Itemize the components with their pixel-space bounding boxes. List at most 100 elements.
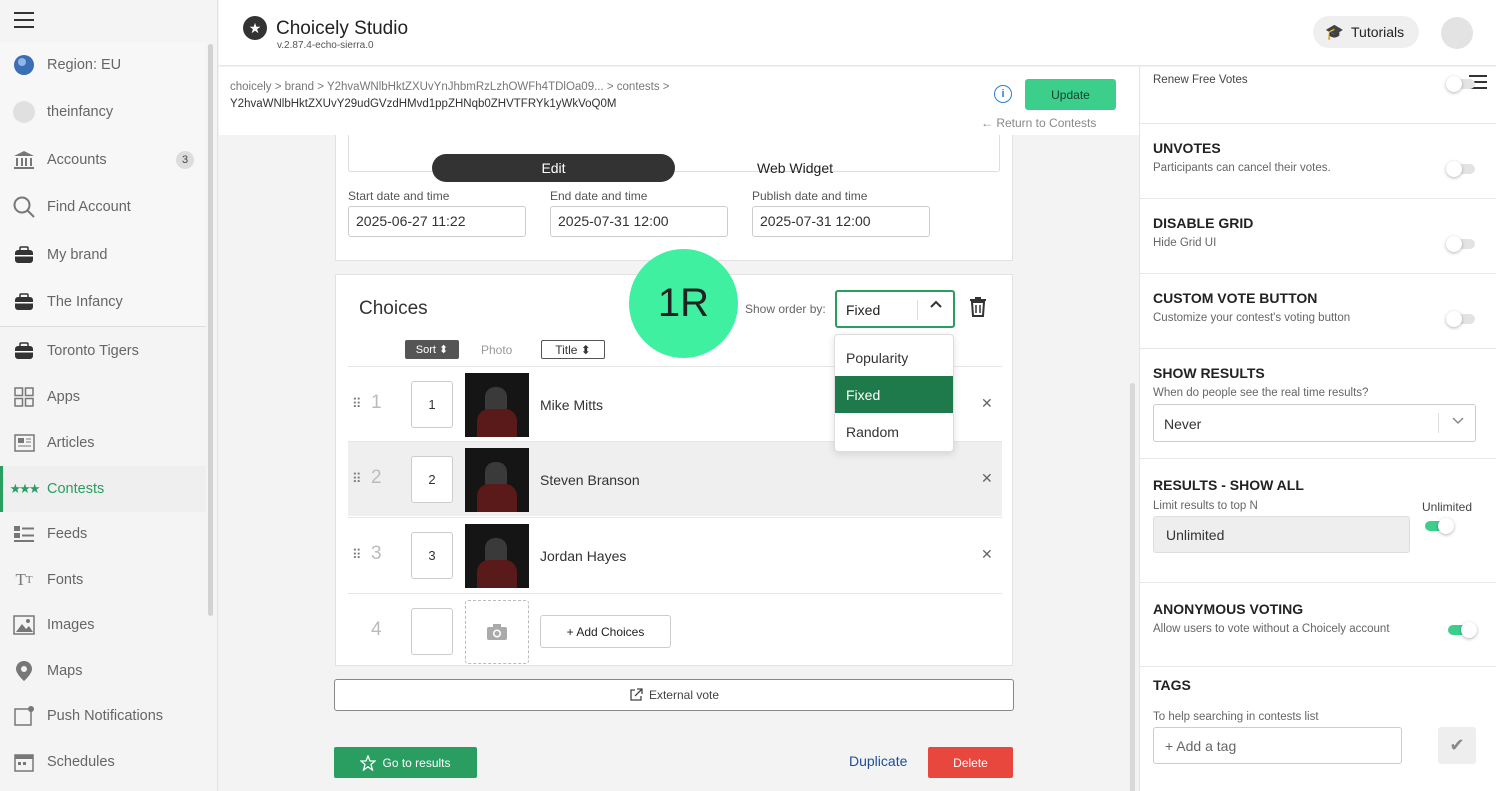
select-separator xyxy=(1438,413,1439,433)
sidebar-item-find-account[interactable]: Find Account xyxy=(0,184,206,230)
accounts-count-badge: 3 xyxy=(176,151,194,169)
tab-web-widget[interactable]: Web Widget xyxy=(757,160,833,176)
globe-icon xyxy=(12,53,36,77)
choice-name[interactable]: Mike Mitts xyxy=(540,397,603,413)
duplicate-link[interactable]: Duplicate xyxy=(849,753,907,769)
stars-icon: ★★★ xyxy=(9,481,41,496)
update-button[interactable]: Update xyxy=(1025,79,1116,110)
tab-edit[interactable]: Edit xyxy=(432,154,675,182)
sidebar-item-my-brand[interactable]: My brand xyxy=(0,232,206,278)
remove-choice-icon[interactable]: ✕ xyxy=(981,546,993,563)
photo-column-header: Photo xyxy=(481,343,513,357)
sidebar-item-user[interactable]: theinfancy xyxy=(0,89,206,135)
row-number: 1 xyxy=(371,392,382,413)
menu-icon[interactable] xyxy=(14,12,34,30)
order-option-fixed[interactable]: Fixed xyxy=(835,376,953,413)
sidebar-item-apps[interactable]: Apps xyxy=(0,374,206,420)
sidebar-scrollbar[interactable] xyxy=(208,44,213,616)
main-scrollbar[interactable] xyxy=(1130,383,1135,791)
order-option-popularity[interactable]: Popularity xyxy=(835,339,953,376)
sidebar-item-schedules[interactable]: Schedules xyxy=(0,739,206,785)
order-option-random[interactable]: Random xyxy=(835,413,953,450)
calendar-icon xyxy=(12,750,36,774)
external-vote-button[interactable]: External vote xyxy=(334,679,1014,711)
add-tag-input[interactable]: + Add a tag xyxy=(1153,727,1402,764)
unlimited-toggle[interactable] xyxy=(1425,518,1454,534)
choice-photo[interactable] xyxy=(465,373,529,437)
app-version: v.2.87.4-echo-sierra.0 xyxy=(277,40,374,51)
settings-panel: Renew Free Votes UNVOTES Participants ca… xyxy=(1130,67,1496,791)
breadcrumb[interactable]: choicely > brand > Y2hvaWNlbHktZXUvYnJhb… xyxy=(230,81,670,93)
order-select[interactable]: Fixed xyxy=(835,290,955,328)
contest-editor-card: Edit Web Widget Start date and time 2025… xyxy=(335,128,1013,261)
sidebar-item-images[interactable]: Images xyxy=(0,602,206,648)
bank-icon xyxy=(12,148,36,172)
sidebar-item-toronto-tigers[interactable]: Toronto Tigers xyxy=(0,328,206,374)
row-number: 4 xyxy=(371,619,382,640)
order-select-value: Fixed xyxy=(846,302,881,318)
choice-photo[interactable] xyxy=(465,524,529,588)
breadcrumb-contest-id[interactable]: Y2hvaWNlbHktZXUvY29udGVzdHMvd1ppZHNqb0ZH… xyxy=(230,98,616,110)
custom-vote-toggle[interactable] xyxy=(1446,311,1475,327)
sidebar-item-push-notifications[interactable]: Push Notifications xyxy=(0,693,206,739)
camera-icon[interactable] xyxy=(465,600,529,664)
user-avatar[interactable] xyxy=(1441,17,1473,49)
end-date-input[interactable]: 2025-07-31 12:00 xyxy=(550,206,728,237)
info-icon[interactable]: i xyxy=(994,85,1012,103)
choices-title: Choices xyxy=(359,298,428,319)
sort-input[interactable] xyxy=(411,608,453,655)
sidebar-item-articles[interactable]: Articles xyxy=(0,420,206,466)
sidebar-item-accounts[interactable]: Accounts 3 xyxy=(0,137,206,183)
anonymous-voting-toggle[interactable] xyxy=(1448,622,1477,638)
choice-name[interactable]: Jordan Hayes xyxy=(540,548,626,564)
notification-icon xyxy=(12,704,36,728)
sidebar-item-the-infancy[interactable]: The Infancy xyxy=(0,279,206,325)
choice-row[interactable]: ⠿ 3 3 Jordan Hayes ✕ xyxy=(348,517,1002,592)
sidebar-item-region[interactable]: Region: EU xyxy=(0,42,206,88)
feed-icon xyxy=(12,522,36,546)
unvotes-toggle[interactable] xyxy=(1446,161,1475,177)
choice-photo[interactable] xyxy=(465,448,529,512)
sort-input[interactable]: 2 xyxy=(411,456,453,503)
drag-handle-icon[interactable]: ⠿ xyxy=(352,471,361,487)
title-column-header[interactable]: Title ⬍ xyxy=(541,340,605,359)
active-indicator xyxy=(0,466,3,512)
sort-column-header[interactable]: Sort ⬍ xyxy=(405,340,459,359)
disable-grid-toggle[interactable] xyxy=(1446,236,1475,252)
go-to-results-button[interactable]: Go to results xyxy=(334,747,477,778)
breadcrumb-bar: choicely > brand > Y2hvaWNlbHktZXUvYnJhb… xyxy=(219,67,1139,135)
chevron-down-icon xyxy=(1452,414,1464,429)
sort-input[interactable]: 1 xyxy=(411,381,453,428)
map-pin-icon xyxy=(12,659,36,683)
drag-handle-icon[interactable]: ⠿ xyxy=(352,396,361,412)
sidebar-item-feeds[interactable]: Feeds xyxy=(0,511,206,557)
sidebar-item-maps[interactable]: Maps xyxy=(0,648,206,694)
delete-button[interactable]: Delete xyxy=(928,747,1013,778)
sort-input[interactable]: 3 xyxy=(411,532,453,579)
trash-icon[interactable] xyxy=(969,297,987,317)
remove-choice-icon[interactable]: ✕ xyxy=(981,470,993,487)
disable-grid-section: DISABLE GRID Hide Grid UI xyxy=(1140,199,1496,274)
start-date-input[interactable]: 2025-06-27 11:22 xyxy=(348,206,526,237)
article-icon xyxy=(12,431,36,455)
choice-name[interactable]: Steven Branson xyxy=(540,472,640,488)
tutorials-button[interactable]: 🎓 Tutorials xyxy=(1313,16,1419,48)
briefcase-icon xyxy=(12,290,36,314)
remove-choice-icon[interactable]: ✕ xyxy=(981,395,993,412)
drag-handle-icon[interactable]: ⠿ xyxy=(352,547,361,563)
publish-date-input[interactable]: 2025-07-31 12:00 xyxy=(752,206,930,237)
unlimited-toggle-label: Unlimited xyxy=(1422,500,1473,514)
chevron-up-icon xyxy=(929,298,943,315)
add-choices-button[interactable]: + Add Choices xyxy=(540,615,671,648)
show-results-select[interactable]: Never xyxy=(1153,404,1476,442)
tags-section: TAGS To help searching in contests list … xyxy=(1140,667,1496,791)
results-limit-input[interactable]: Unlimited xyxy=(1153,516,1410,553)
check-icon[interactable]: ✔ xyxy=(1438,727,1476,764)
choice-row[interactable]: ⠿ 2 2 Steven Branson ✕ xyxy=(348,441,1002,516)
sidebar-item-fonts[interactable]: TT Fonts xyxy=(0,557,206,603)
sidebar-item-contests[interactable]: ★★★ Contests xyxy=(0,466,206,512)
renew-toggle[interactable] xyxy=(1446,76,1475,92)
return-to-contests-link[interactable]: ← Return to Contests xyxy=(981,116,1096,130)
row-number: 2 xyxy=(371,467,382,488)
app-title: Choicely Studio xyxy=(276,18,409,39)
